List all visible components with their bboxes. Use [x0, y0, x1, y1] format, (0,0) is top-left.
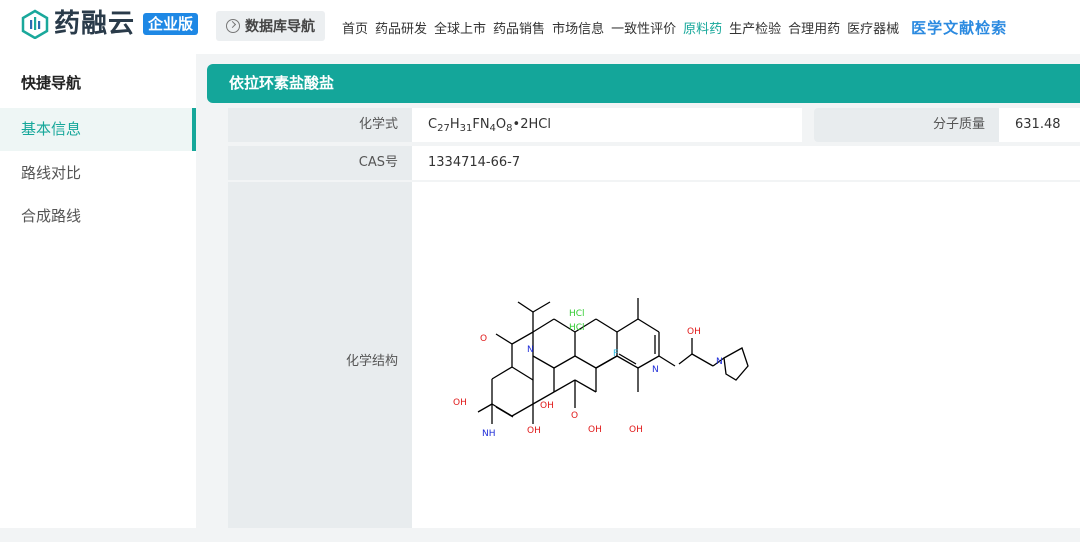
compass-icon	[226, 19, 240, 33]
menu-item-global-launch[interactable]: 全球上市	[434, 18, 486, 37]
molecular-weight-value: 631.48	[999, 108, 1080, 142]
formula-f: F	[472, 117, 480, 132]
compound-title: 依拉环素盐酸盐	[207, 64, 1080, 103]
atom-label-oh: OH	[453, 398, 467, 408]
sidebar-title: 快捷导航	[21, 74, 82, 92]
formula-n-count: 4	[489, 123, 496, 134]
atom-label-hcl: HCl	[569, 323, 585, 333]
sidebar-item-route-comparison[interactable]: 路线对比	[0, 152, 196, 195]
atom-label-n: N	[527, 345, 534, 355]
edition-badge: 企业版	[143, 13, 199, 35]
menu-item-api[interactable]: 原料药	[683, 18, 722, 37]
database-nav-button[interactable]: 数据库导航	[216, 11, 325, 41]
atom-label-nh: NH	[482, 429, 496, 439]
menu-item-medical-devices[interactable]: 医疗器械	[847, 18, 899, 37]
main-content: 依拉环素盐酸盐 化学式 C27H31FN4O8•2HCl 分子质量 631.48…	[207, 64, 1080, 528]
menu-item-consistency-eval[interactable]: 一致性评价	[611, 18, 676, 37]
menu-item-home[interactable]: 首页	[342, 18, 368, 37]
atom-label-o: O	[480, 334, 487, 344]
main-menu: 首页 药品研发 全球上市 药品销售 市场信息 一致性评价 原料药 生产检验 合理…	[342, 0, 1014, 54]
logo-icon	[21, 9, 49, 39]
cas-value: 1334714-66-7	[412, 146, 1080, 180]
database-nav-label: 数据库导航	[245, 19, 315, 35]
atom-label-oh: OH	[527, 426, 541, 436]
top-bar: 药融云 企业版 数据库导航 首页 药品研发 全球上市 药品销售 市场信息 一致性…	[0, 0, 1080, 54]
menu-item-rational-use[interactable]: 合理用药	[788, 18, 840, 37]
atom-label-oh: OH	[588, 425, 602, 435]
structure-drawing: OH O OH OH O OH OH OH NH N N N HCl HCl F	[453, 298, 749, 439]
menu-item-production-testing[interactable]: 生产检验	[729, 18, 781, 37]
atom-label-oh: OH	[629, 425, 643, 435]
formula-label: 化学式	[228, 108, 412, 142]
atom-label-hcl: HCl	[569, 309, 585, 319]
menu-item-drug-rd[interactable]: 药品研发	[375, 18, 427, 37]
structure-label: 化学结构	[228, 182, 412, 528]
brand-name: 药融云	[54, 9, 136, 39]
menu-item-drug-sales[interactable]: 药品销售	[493, 18, 545, 37]
logo[interactable]: 药融云 企业版	[20, 9, 199, 39]
formula-value: C27H31FN4O8•2HCl	[412, 108, 802, 142]
menu-item-literature-search[interactable]: 医学文献检索	[911, 17, 1007, 38]
molecular-weight-label: 分子质量	[814, 108, 999, 142]
atom-label-n: N	[716, 357, 723, 367]
atom-label-n: N	[652, 365, 659, 375]
formula-salt: •2HCl	[512, 117, 551, 132]
formula-c-count: 27	[437, 123, 450, 134]
atom-label-f: F	[613, 349, 618, 359]
cas-label: CAS号	[228, 146, 412, 180]
atom-label-oh: OH	[540, 401, 554, 411]
atom-label-o: O	[571, 411, 578, 421]
chemical-structure-image: OH O OH OH O OH OH OH NH N N N HCl HCl F	[430, 198, 756, 524]
formula-h-count: 31	[459, 123, 473, 134]
sidebar-item-basic-info[interactable]: 基本信息	[0, 108, 196, 151]
quick-nav-sidebar: 快捷导航 基本信息 路线对比 合成路线	[0, 54, 196, 528]
menu-item-market-info[interactable]: 市场信息	[552, 18, 604, 37]
atom-label-oh: OH	[687, 327, 701, 337]
sidebar-item-synthesis-route[interactable]: 合成路线	[0, 195, 196, 238]
